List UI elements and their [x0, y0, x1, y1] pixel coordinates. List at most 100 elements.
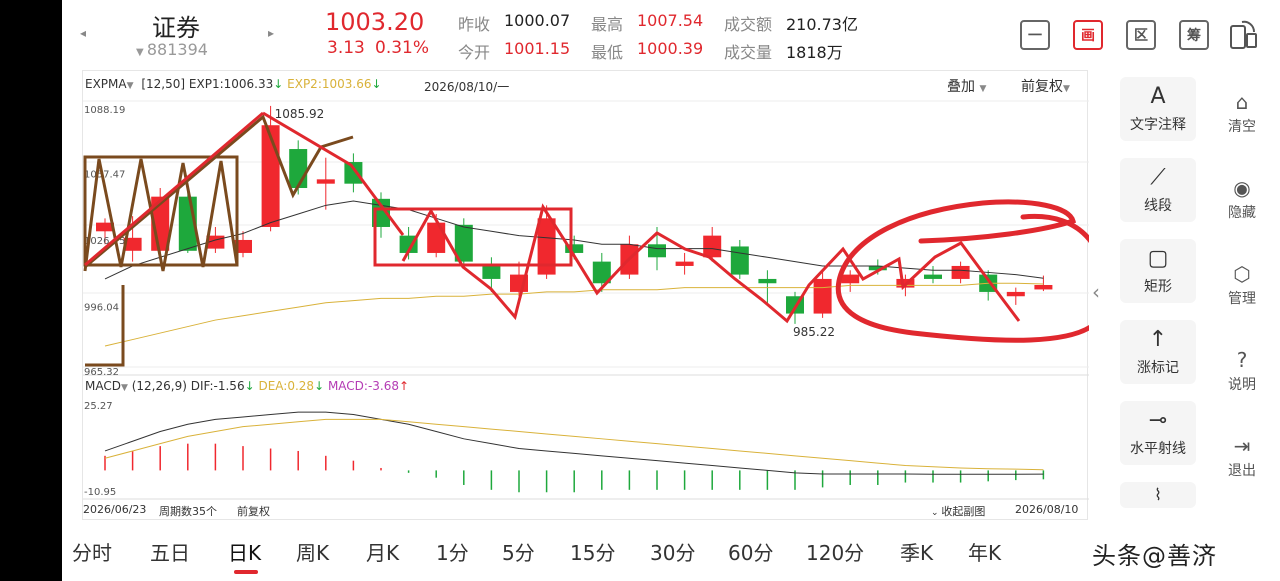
- period-tab[interactable]: 周K: [296, 537, 329, 566]
- hide-button[interactable]: ◉ 隐藏: [1212, 176, 1272, 222]
- period-tab[interactable]: 120分: [806, 537, 864, 566]
- toolbar-collapse-chevron-icon[interactable]: ‹: [1092, 280, 1100, 304]
- candle-body: [1034, 284, 1053, 290]
- exit-button[interactable]: ⇥ 退出: [1212, 434, 1272, 480]
- volume-label: 成交量: [724, 43, 773, 62]
- watermark: 头条@善济: [1092, 542, 1217, 570]
- clear-button[interactable]: ⌂ 清空: [1212, 90, 1272, 136]
- period-tab[interactable]: 1分: [436, 537, 469, 566]
- exit-icon: ⇥: [1233, 434, 1251, 458]
- axis-label-top: 1088.19: [84, 105, 125, 116]
- range-stat-button[interactable]: 区: [1126, 20, 1156, 50]
- candle-body: [924, 274, 942, 279]
- horizontal-ray-icon: ⊸: [1148, 408, 1168, 433]
- candle-body: [675, 261, 694, 266]
- low-marker-label: 985.22: [793, 325, 835, 339]
- candle-body: [482, 265, 501, 279]
- line-segment-icon: ⟋: [1150, 165, 1166, 190]
- period-tab[interactable]: 30分: [650, 537, 695, 566]
- volume-value: 1818万: [786, 43, 843, 62]
- chart-container[interactable]: EXPMA▼ [12,50] EXP1:1006.33↓ EXP2:1003.6…: [82, 70, 1089, 521]
- chip-distribution-button[interactable]: 筹: [1179, 20, 1209, 50]
- prev-close-value: 1000.07: [504, 11, 571, 30]
- tool-up-marker[interactable]: ↑ 涨标记: [1120, 320, 1196, 384]
- help-button[interactable]: ? 说明: [1212, 348, 1272, 394]
- period-tab[interactable]: 分时: [72, 537, 112, 566]
- candle-body: [758, 278, 777, 284]
- up-arrow-icon: ↑: [1148, 327, 1168, 352]
- tool-more[interactable]: ⌇: [1120, 482, 1196, 508]
- app-window: ◂ 证券 ▼ 881394 ▸ 1003.20 3.13 0.31% 昨收 10…: [62, 0, 1280, 581]
- tool-label: 涨标记: [1137, 360, 1179, 376]
- rectangle-icon: ▢: [1147, 246, 1169, 271]
- price-change: 3.13: [327, 38, 365, 58]
- prev-close-label: 昨收: [458, 15, 491, 34]
- candle-body: [289, 149, 308, 189]
- stock-code-text: 881394: [146, 40, 208, 59]
- candle-body: [648, 244, 666, 258]
- draw-mode-button[interactable]: 画: [1073, 20, 1103, 50]
- prev-stock-arrow-icon[interactable]: ◂: [80, 26, 86, 40]
- manage-button[interactable]: ⬡ 管理: [1212, 262, 1272, 308]
- high-value: 1007.54: [637, 11, 704, 30]
- amount-label: 成交额: [724, 15, 773, 34]
- stock-code[interactable]: ▼ 881394: [136, 40, 208, 59]
- side-actions-panel: ⌂ 清空 ◉ 隐藏 ⬡ 管理 ? 说明 ⇥ 退出: [1212, 90, 1272, 480]
- dea-line: [104, 418, 1044, 471]
- period-tab[interactable]: 年K: [968, 537, 1001, 566]
- tool-label: 水平射线: [1130, 441, 1186, 457]
- candle-body: [316, 179, 335, 184]
- side-label: 说明: [1228, 377, 1256, 393]
- axis-label: 996.04: [84, 302, 119, 313]
- period-tab[interactable]: 日K: [228, 537, 261, 566]
- tool-label: 矩形: [1144, 279, 1172, 295]
- eye-icon: ◉: [1233, 176, 1251, 200]
- minimize-indicator-button[interactable]: 一: [1020, 20, 1050, 50]
- candle-body: [841, 274, 860, 284]
- axis-label-bottom: 965.32: [84, 367, 119, 378]
- text-annotation-icon: A: [1150, 84, 1166, 109]
- period-tab[interactable]: 15分: [570, 537, 615, 566]
- help-icon: ?: [1236, 348, 1248, 372]
- candle-body: [427, 222, 446, 253]
- period-tab[interactable]: 月K: [366, 537, 399, 566]
- kline-chart-svg[interactable]: 1088.191057.471026.75996.04965.321085.92…: [83, 71, 1089, 521]
- footer-end-date: 2026/08/10: [1015, 503, 1079, 516]
- side-label: 退出: [1228, 463, 1256, 479]
- collapse-chevron-icon: ⌄: [931, 508, 942, 518]
- high-label: 最高: [591, 15, 624, 34]
- macd-axis-top: 25.27: [84, 401, 113, 412]
- rotate-screen-icon[interactable]: [1228, 18, 1258, 50]
- period-tab[interactable]: 60分: [728, 537, 773, 566]
- dropdown-caret-icon: ▼: [136, 47, 147, 58]
- period-tab[interactable]: 五日: [150, 537, 190, 566]
- tool-text-annotation[interactable]: A 文字注释: [1120, 77, 1196, 141]
- candle-body: [730, 246, 749, 275]
- axis-label: 1057.47: [84, 170, 125, 181]
- collapse-subchart-button[interactable]: ⌄ 收起副图: [931, 503, 985, 519]
- tool-label: 线段: [1144, 198, 1172, 214]
- candle-body: [813, 278, 832, 314]
- more-tool-icon: ⌇: [1154, 485, 1162, 504]
- drawing-bracket-brown: [85, 285, 125, 367]
- tool-rectangle[interactable]: ▢ 矩形: [1120, 239, 1196, 303]
- open-label: 今开: [458, 43, 491, 62]
- collapse-label: 收起副图: [941, 505, 986, 518]
- period-tab[interactable]: 季K: [900, 537, 933, 566]
- tool-line-segment[interactable]: ⟋ 线段: [1120, 158, 1196, 222]
- tool-horizontal-ray[interactable]: ⊸ 水平射线: [1120, 401, 1196, 465]
- low-value: 1000.39: [637, 39, 704, 58]
- open-value: 1001.15: [504, 39, 571, 58]
- next-stock-arrow-icon[interactable]: ▸: [268, 26, 274, 40]
- current-price: 1003.20: [325, 8, 425, 36]
- candle-body: [951, 265, 970, 279]
- footer-start-date: 2026/06/23: [83, 503, 147, 516]
- period-tab[interactable]: 5分: [502, 537, 535, 566]
- high-marker-label: 1085.92: [275, 107, 325, 121]
- candle-body: [344, 162, 363, 184]
- side-label: 清空: [1228, 119, 1256, 135]
- active-period-indicator: [234, 570, 258, 574]
- footer-adjust: 前复权: [237, 505, 270, 518]
- amount-value: 210.73亿: [786, 15, 858, 34]
- low-label: 最低: [591, 43, 624, 62]
